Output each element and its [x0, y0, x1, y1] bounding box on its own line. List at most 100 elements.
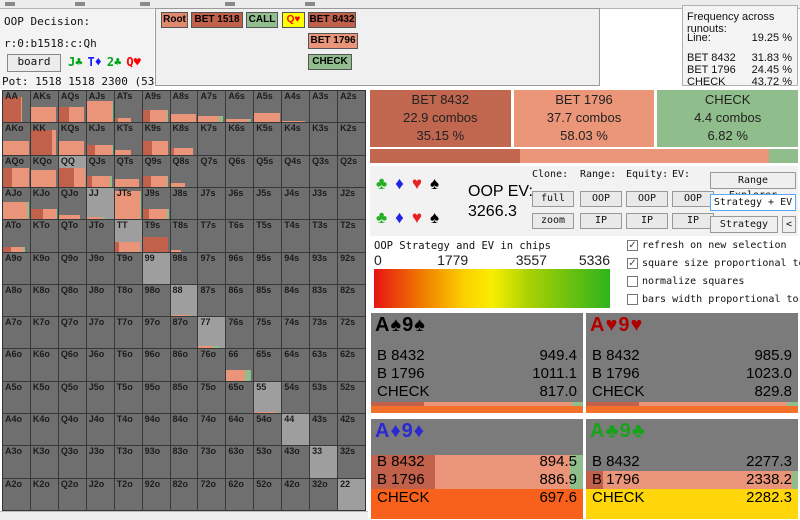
matrix-cell-42o[interactable]: 42o [282, 478, 310, 510]
matrix-cell-97o[interactable]: 97o [142, 317, 170, 349]
matrix-cell-K3o[interactable]: K3o [30, 446, 58, 478]
suit-icon[interactable]: ♥ [412, 208, 430, 227]
matrix-cell-75o[interactable]: 75o [198, 381, 226, 414]
matrix-cell-93s[interactable]: 93s [310, 252, 338, 284]
matrix-cell-92s[interactable]: 92s [338, 252, 365, 284]
matrix-cell-A7o[interactable]: A7o [3, 317, 30, 349]
matrix-cell-53s[interactable]: 53s [310, 381, 338, 414]
matrix-cell-T8s[interactable]: T8s [170, 220, 198, 252]
equity-oop-button[interactable]: OOP [626, 191, 668, 207]
matrix-cell-63s[interactable]: 63s [310, 349, 338, 381]
matrix-cell-T9o[interactable]: T9o [114, 252, 142, 284]
matrix-cell-Q2o[interactable]: Q2o [58, 478, 86, 510]
option-bars-width[interactable]: bars width proportional to weight [627, 292, 800, 306]
matrix-cell-64s[interactable]: 64s [282, 349, 310, 381]
matrix-cell-84s[interactable]: 84s [282, 284, 310, 317]
matrix-cell-82o[interactable]: 82o [170, 478, 198, 510]
matrix-cell-77[interactable]: 77 [198, 317, 226, 349]
matrix-cell-Q7s[interactable]: Q7s [198, 155, 226, 187]
matrix-cell-A3s[interactable]: A3s [310, 91, 338, 123]
matrix-cell-J2s[interactable]: J2s [338, 187, 365, 220]
tree-node-bet-1518[interactable]: BET 1518 [191, 12, 243, 28]
matrix-cell-Q8s[interactable]: Q8s [170, 155, 198, 187]
matrix-cell-64o[interactable]: 64o [226, 414, 254, 446]
matrix-cell-T5s[interactable]: T5s [254, 220, 282, 252]
matrix-cell-32s[interactable]: 32s [338, 446, 365, 478]
matrix-cell-T5o[interactable]: T5o [114, 381, 142, 414]
matrix-cell-92o[interactable]: 92o [142, 478, 170, 510]
matrix-cell-76o[interactable]: 76o [198, 349, 226, 381]
matrix-cell-T8o[interactable]: T8o [114, 284, 142, 317]
matrix-cell-AJs[interactable]: AJs [86, 91, 114, 123]
matrix-cell-K2o[interactable]: K2o [30, 478, 58, 510]
matrix-cell-ATo[interactable]: ATo [3, 220, 30, 252]
matrix-cell-43o[interactable]: 43o [282, 446, 310, 478]
matrix-cell-K9s[interactable]: K9s [142, 123, 170, 155]
matrix-cell-A4s[interactable]: A4s [282, 91, 310, 123]
matrix-cell-K6s[interactable]: K6s [226, 123, 254, 155]
matrix-cell-65o[interactable]: 65o [226, 381, 254, 414]
matrix-cell-J9o[interactable]: J9o [86, 252, 114, 284]
matrix-cell-95o[interactable]: 95o [142, 381, 170, 414]
matrix-cell-84o[interactable]: 84o [170, 414, 198, 446]
range-ip-button[interactable]: IP [580, 213, 622, 229]
matrix-cell-AKo[interactable]: AKo [3, 123, 30, 155]
matrix-cell-A7s[interactable]: A7s [198, 91, 226, 123]
matrix-cell-J9s[interactable]: J9s [142, 187, 170, 220]
checkbox[interactable] [627, 275, 638, 287]
matrix-cell-87o[interactable]: 87o [170, 317, 198, 349]
matrix-cell-K4s[interactable]: K4s [282, 123, 310, 155]
matrix-cell-82s[interactable]: 82s [338, 284, 365, 317]
option-square-size[interactable]: ✓ square size proportional to weight [627, 256, 800, 270]
matrix-cell-K8s[interactable]: K8s [170, 123, 198, 155]
matrix-cell-72s[interactable]: 72s [338, 317, 365, 349]
suit-icon[interactable]: ♦ [395, 174, 412, 193]
matrix-cell-86s[interactable]: 86s [226, 284, 254, 317]
matrix-cell-98o[interactable]: 98o [142, 284, 170, 317]
matrix-cell-62s[interactable]: 62s [338, 349, 365, 381]
matrix-cell-A6o[interactable]: A6o [3, 349, 30, 381]
matrix-cell-J6o[interactable]: J6o [86, 349, 114, 381]
matrix-cell-A9o[interactable]: A9o [3, 252, 30, 284]
matrix-cell-K6o[interactable]: K6o [30, 349, 58, 381]
matrix-cell-J5s[interactable]: J5s [254, 187, 282, 220]
matrix-cell-65s[interactable]: 65s [254, 349, 282, 381]
strategy-button[interactable]: Strategy [710, 216, 778, 233]
matrix-cell-Q4s[interactable]: Q4s [282, 155, 310, 187]
matrix-cell-K7s[interactable]: K7s [198, 123, 226, 155]
range-oop-button[interactable]: OOP [580, 191, 622, 207]
matrix-cell-K4o[interactable]: K4o [30, 414, 58, 446]
matrix-cell-A2s[interactable]: A2s [338, 91, 365, 123]
matrix-cell-JTs[interactable]: JTs [114, 187, 142, 220]
tree-node-bet-1796[interactable]: BET 1796 [308, 33, 358, 49]
equity-ip-button[interactable]: IP [626, 213, 668, 229]
matrix-cell-Q4o[interactable]: Q4o [58, 414, 86, 446]
matrix-cell-42s[interactable]: 42s [338, 414, 365, 446]
matrix-cell-J2o[interactable]: J2o [86, 478, 114, 510]
ev-oop-button[interactable]: OOP [672, 191, 714, 207]
matrix-cell-QJs[interactable]: QJs [86, 155, 114, 187]
tree-node-check[interactable]: CHECK [308, 54, 352, 70]
collapse-button[interactable]: < [782, 216, 796, 233]
matrix-cell-A8s[interactable]: A8s [170, 91, 198, 123]
matrix-cell-JTo[interactable]: JTo [86, 220, 114, 252]
matrix-cell-KTs[interactable]: KTs [114, 123, 142, 155]
matrix-cell-Q3o[interactable]: Q3o [58, 446, 86, 478]
matrix-cell-94s[interactable]: 94s [282, 252, 310, 284]
matrix-cell-55[interactable]: 55 [254, 381, 282, 414]
matrix-cell-Q2s[interactable]: Q2s [338, 155, 365, 187]
matrix-cell-T2s[interactable]: T2s [338, 220, 365, 252]
suit-icon[interactable]: ♣ [376, 174, 395, 193]
matrix-cell-K9o[interactable]: K9o [30, 252, 58, 284]
matrix-cell-A4o[interactable]: A4o [3, 414, 30, 446]
matrix-cell-73s[interactable]: 73s [310, 317, 338, 349]
matrix-cell-T3o[interactable]: T3o [114, 446, 142, 478]
matrix-cell-AJo[interactable]: AJo [3, 187, 30, 220]
matrix-cell-A6s[interactable]: A6s [226, 91, 254, 123]
suit-icon[interactable]: ♣ [376, 208, 395, 227]
matrix-cell-A8o[interactable]: A8o [3, 284, 30, 317]
matrix-cell-KTo[interactable]: KTo [30, 220, 58, 252]
matrix-cell-KQo[interactable]: KQo [30, 155, 58, 187]
matrix-cell-ATs[interactable]: ATs [114, 91, 142, 123]
matrix-cell-T4s[interactable]: T4s [282, 220, 310, 252]
